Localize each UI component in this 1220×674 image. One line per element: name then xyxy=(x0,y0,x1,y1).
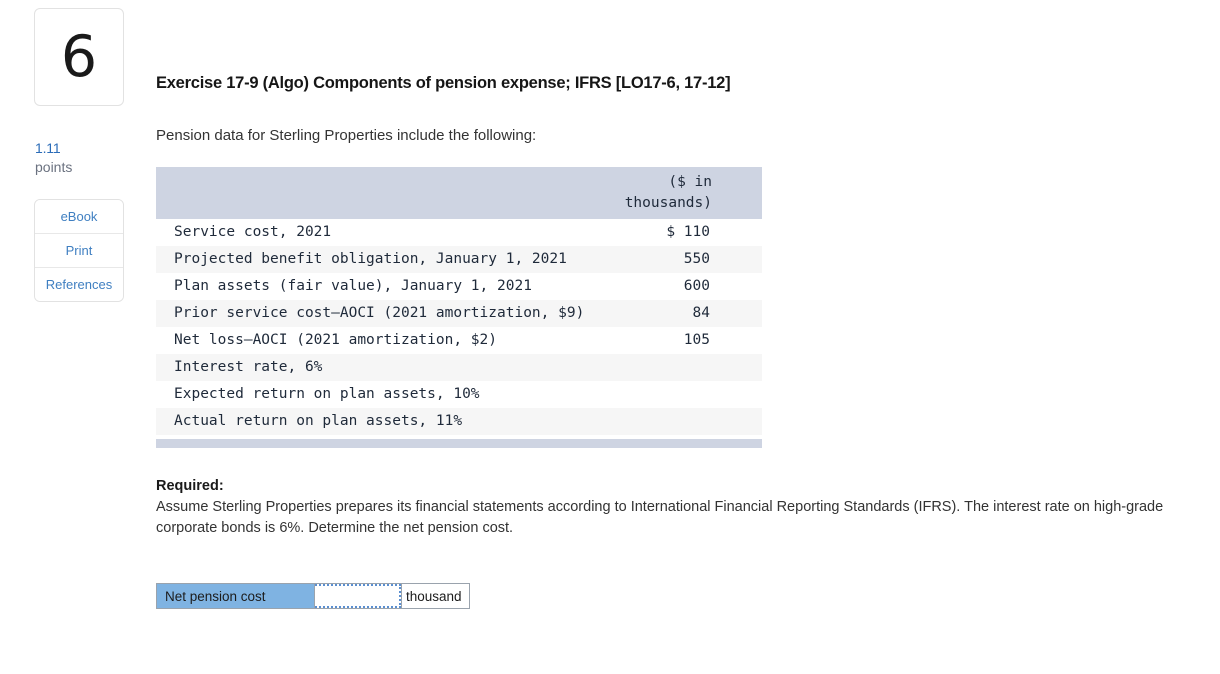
net-pension-cost-input[interactable] xyxy=(315,584,401,609)
ebook-button[interactable]: eBook xyxy=(35,199,123,234)
references-button[interactable]: References xyxy=(35,267,123,301)
table-header-label xyxy=(156,167,586,220)
required-body: Assume Sterling Properties prepares its … xyxy=(156,499,1164,537)
row-value: 550 xyxy=(586,246,762,274)
exercise-page: 6 1.11 points eBook Print References Exe… xyxy=(0,0,1220,674)
table-row: Plan assets (fair value), January 1, 202… xyxy=(156,273,762,301)
points-label: points xyxy=(35,158,73,175)
row-label: Prior service cost–AOCI (2021 amortizati… xyxy=(156,300,586,328)
row-value: 84 xyxy=(586,300,762,328)
row-label: Service cost, 2021 xyxy=(156,219,586,247)
main-content: Exercise 17-9 (Algo) Components of pensi… xyxy=(156,0,1196,610)
points-value: 1.11 xyxy=(35,140,61,156)
table-row: Prior service cost–AOCI (2021 amortizati… xyxy=(156,300,762,328)
table-header-row: ($ in thousands) xyxy=(156,167,762,220)
required-heading: Required: xyxy=(156,478,224,495)
row-label: Plan assets (fair value), January 1, 202… xyxy=(156,273,586,301)
table-footer-bar xyxy=(156,439,762,449)
row-label: Actual return on plan assets, 11% xyxy=(156,408,586,436)
answer-unit: thousand xyxy=(401,584,469,609)
row-value: 600 xyxy=(586,273,762,301)
table-header-units: ($ in thousands) xyxy=(586,167,762,220)
row-value xyxy=(586,354,762,382)
pension-data-table: ($ in thousands) Service cost, 2021 $ 11… xyxy=(156,167,762,436)
print-button[interactable]: Print xyxy=(35,233,123,268)
exercise-title: Exercise 17-9 (Algo) Components of pensi… xyxy=(156,74,731,92)
answer-row: Net pension cost thousand xyxy=(156,583,470,610)
row-label: Interest rate, 6% xyxy=(156,354,586,382)
table-row: Net loss–AOCI (2021 amortization, $2) 10… xyxy=(156,327,762,355)
tools-card: eBook Print References xyxy=(34,198,124,302)
row-value: 105 xyxy=(586,327,762,355)
question-number-card: 6 xyxy=(34,8,124,106)
row-value xyxy=(586,381,762,409)
table-row: Actual return on plan assets, 11% xyxy=(156,408,762,436)
row-value xyxy=(586,408,762,436)
table-header: ($ in thousands) xyxy=(156,167,762,220)
table-row: Expected return on plan assets, 10% xyxy=(156,381,762,409)
row-label: Expected return on plan assets, 10% xyxy=(156,381,586,409)
left-rail: 6 1.11 points eBook Print References xyxy=(34,8,124,302)
table-row: Service cost, 2021 $ 110 xyxy=(156,219,762,247)
table-row: Projected benefit obligation, January 1,… xyxy=(156,246,762,274)
exercise-intro: Pension data for Sterling Properties inc… xyxy=(156,126,537,144)
answer-label: Net pension cost xyxy=(157,584,315,609)
points-block: 1.11 points xyxy=(34,139,124,177)
row-value: $ 110 xyxy=(586,219,762,247)
question-number: 6 xyxy=(60,23,98,90)
row-label: Projected benefit obligation, January 1,… xyxy=(156,246,586,274)
table-body: Service cost, 2021 $ 110 Projected benef… xyxy=(156,219,762,436)
row-label: Net loss–AOCI (2021 amortization, $2) xyxy=(156,327,586,355)
table-row: Interest rate, 6% xyxy=(156,354,762,382)
